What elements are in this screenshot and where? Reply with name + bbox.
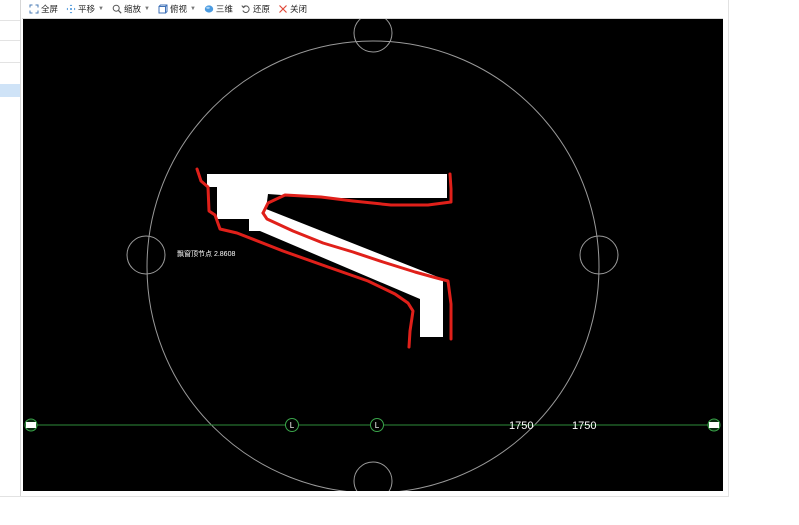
drawing-canvas[interactable]: 飘窗顶节点 2.8608 L L 1750 1750 [23, 19, 723, 491]
left-panel-divider [0, 40, 20, 41]
orientation-handle-left[interactable] [126, 235, 166, 275]
node-annotation-label: 飘窗顶节点 2.8608 [177, 249, 235, 258]
left-panel [0, 0, 21, 497]
top-view-button[interactable]: 俯视 ▼ [155, 2, 199, 17]
restore-icon [241, 4, 251, 14]
3d-button[interactable]: 三维 [201, 2, 236, 17]
pan-button[interactable]: 平移 ▼ [63, 2, 107, 17]
close-icon [278, 4, 288, 14]
zoom-icon [112, 4, 122, 14]
axis-marker-label: L [375, 421, 380, 430]
dimension-text: 1750 [509, 420, 533, 432]
close-button[interactable]: 关闭 [275, 2, 310, 17]
view-toolbar: 全屏 平移 ▼ 缩放 ▼ 俯视 ▼ 三维 还原 关闭 [22, 0, 723, 19]
top-view-icon [158, 4, 168, 14]
fullscreen-button[interactable]: 全屏 [26, 2, 61, 17]
left-panel-divider [0, 20, 20, 21]
zoom-label: 缩放 [123, 4, 141, 14]
fullscreen-label: 全屏 [41, 4, 59, 14]
orientation-handle-bottom[interactable] [353, 461, 393, 491]
pan-label: 平移 [78, 4, 96, 14]
dimension-text: 1750 [572, 420, 596, 432]
restore-button[interactable]: 还原 [238, 2, 273, 17]
3d-label: 三维 [215, 4, 233, 14]
pan-icon [66, 4, 76, 14]
axis-end-marker-left[interactable] [24, 418, 38, 432]
app-window: 全屏 平移 ▼ 缩放 ▼ 俯视 ▼ 三维 还原 关闭 飘窗顶节点 2.8608 … [0, 0, 799, 525]
canvas-drawing: 飘窗顶节点 2.8608 L L 1750 1750 [24, 19, 721, 491]
axis-marker-label: L [290, 421, 295, 430]
axis-marker-2[interactable]: L [370, 418, 384, 432]
window-right-border [728, 0, 729, 497]
orientation-handle-top[interactable] [353, 19, 393, 53]
left-panel-divider [0, 62, 20, 63]
chevron-down-icon[interactable]: ▼ [98, 6, 104, 12]
left-panel-selected-item[interactable] [0, 84, 20, 97]
chevron-down-icon[interactable]: ▼ [190, 6, 196, 12]
axis-end-marker-right[interactable] [707, 418, 721, 432]
top-view-label: 俯视 [169, 4, 187, 14]
restore-label: 还原 [252, 4, 270, 14]
zoom-button[interactable]: 缩放 ▼ [109, 2, 153, 17]
chevron-down-icon[interactable]: ▼ [144, 6, 150, 12]
3d-icon [204, 4, 214, 14]
fullscreen-icon [29, 4, 39, 14]
close-label: 关闭 [289, 4, 307, 14]
axis-marker-1[interactable]: L [285, 418, 299, 432]
window-bottom-border [0, 496, 729, 497]
